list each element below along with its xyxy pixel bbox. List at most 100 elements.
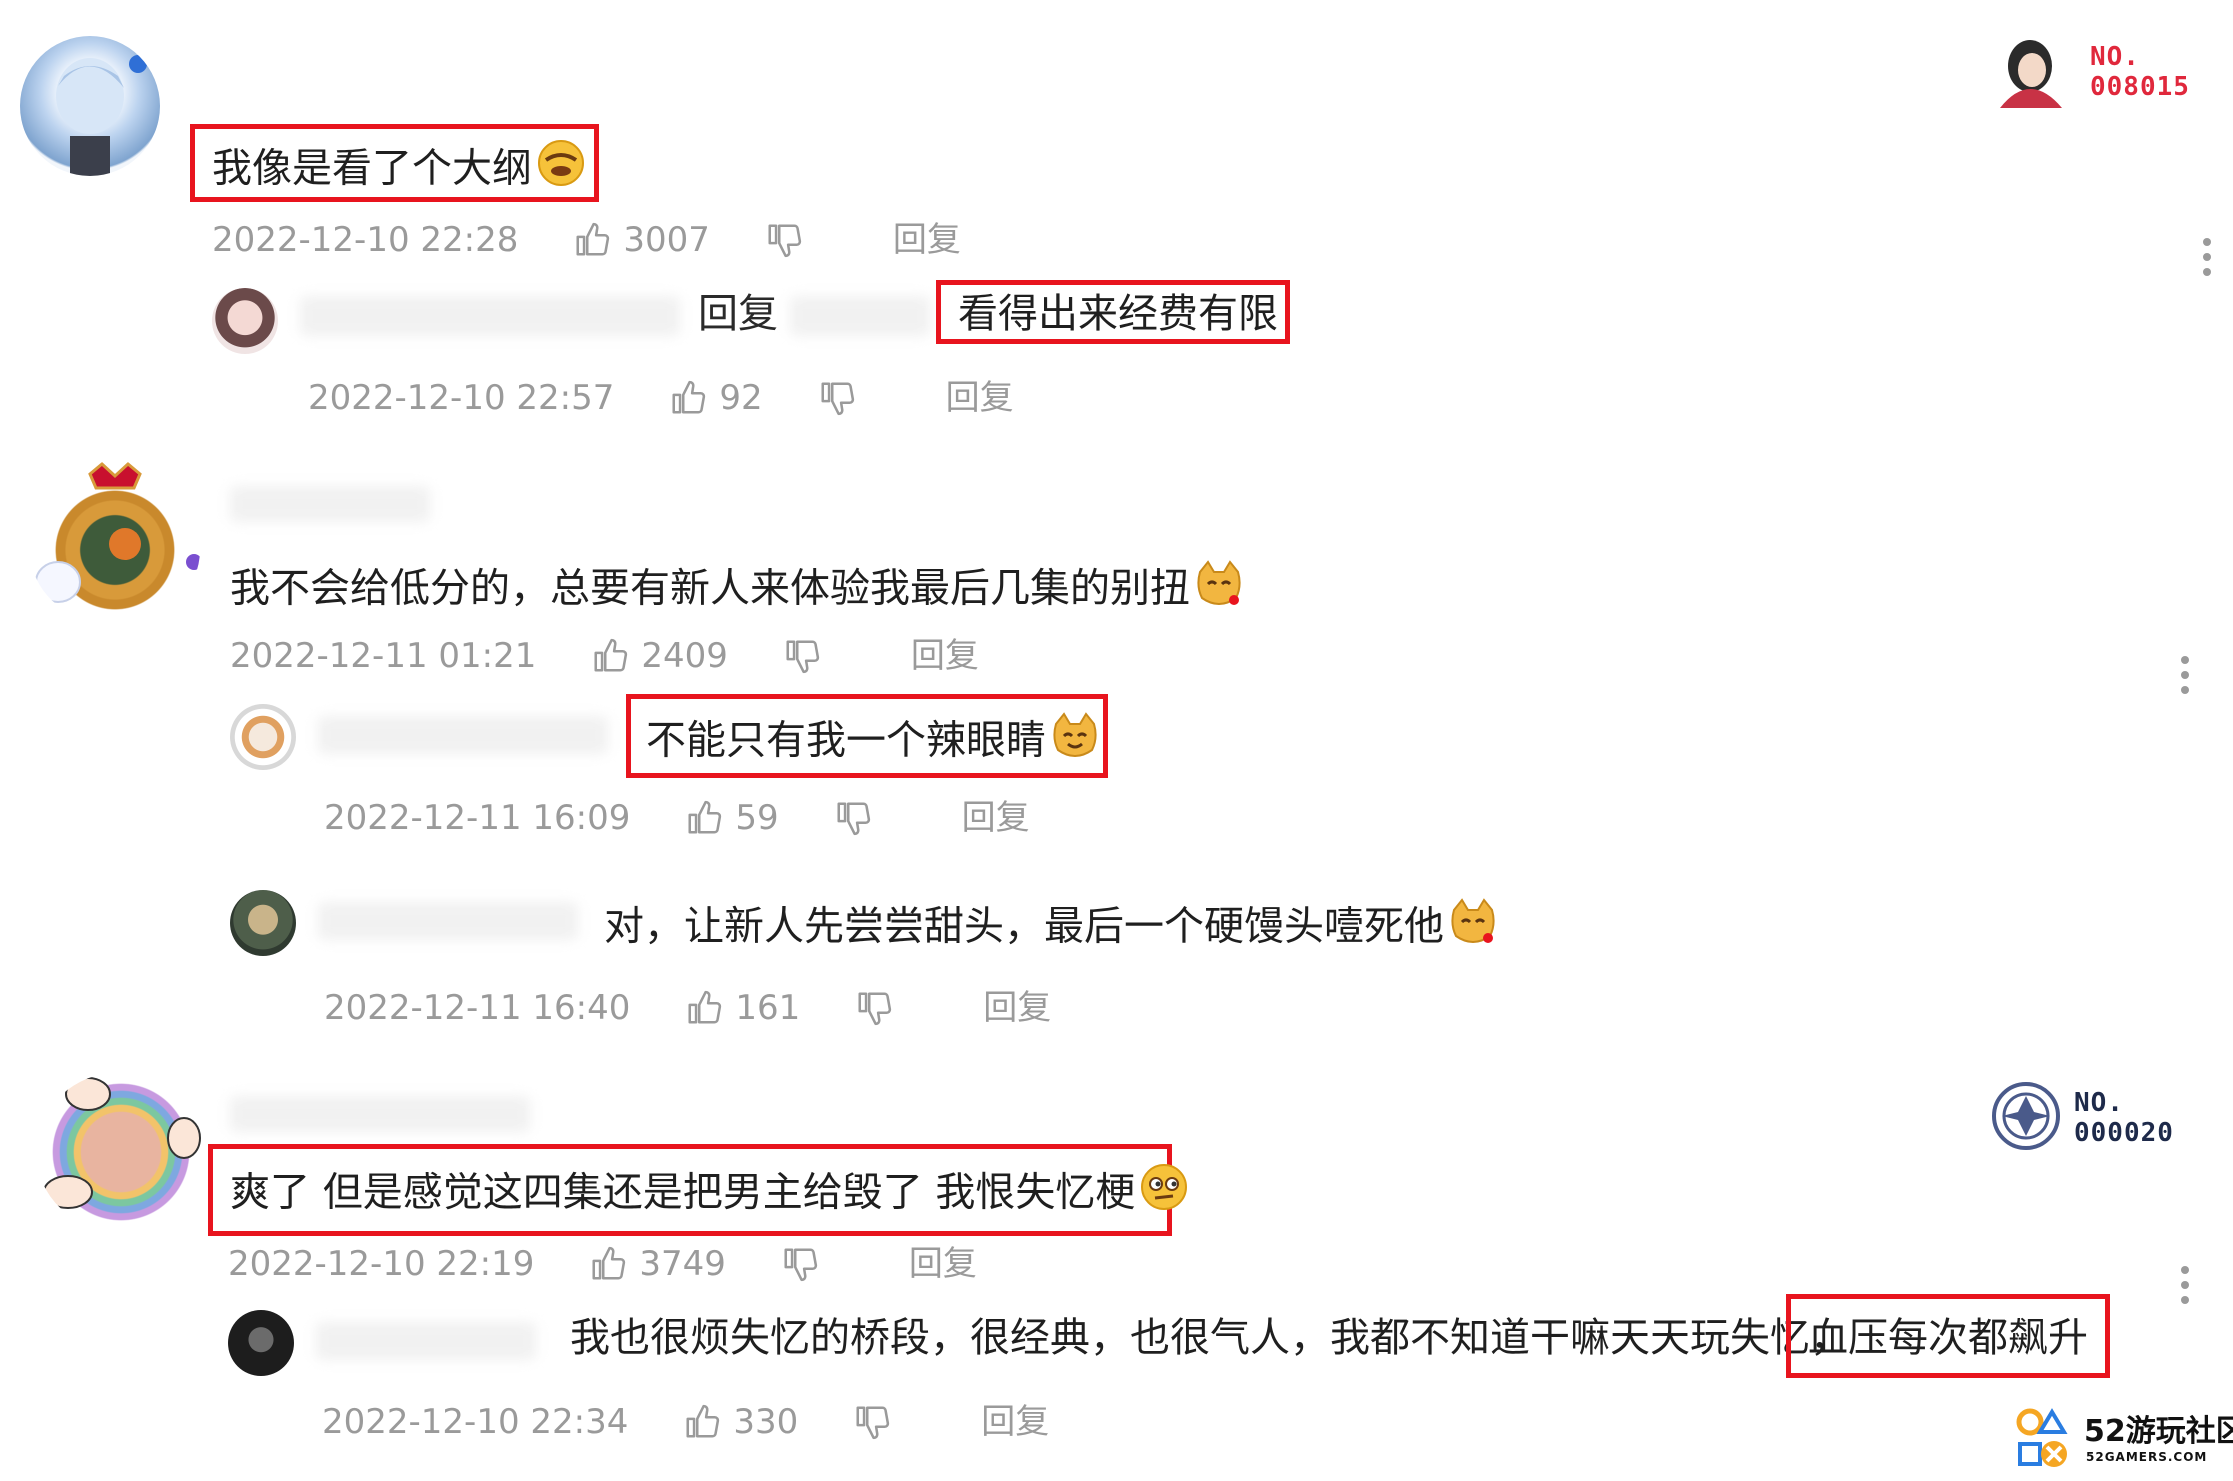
reply-time: 2022-12-10 22:34 [322,1402,629,1442]
avatar[interactable] [20,36,160,176]
thumbs-up-icon [688,990,722,1024]
more-vertical-icon[interactable] [2180,656,2190,701]
fan-badge: NO. 008015 [1990,30,2200,110]
dislike-button[interactable] [853,1403,891,1441]
reply-highlight-text: 看得出来经费有限 [958,291,1278,337]
reply-text: 回复 [698,286,778,342]
reply-button[interactable]: 回复 [981,1400,1049,1444]
like-count: 3749 [639,1244,726,1284]
username-placeholder [790,296,930,336]
dislike-button[interactable] [765,221,803,259]
reply-button[interactable]: 回复 [911,634,979,678]
like-button[interactable]: 59 [685,796,779,840]
comment-time: 2022-12-10 22:28 [212,220,519,260]
thumbs-down-icon [856,1406,890,1440]
fan-badge: NO. 000020 [1990,1078,2200,1158]
thumbs-up-icon [672,380,706,414]
gamepad-buttons-icon [2016,1408,2068,1467]
like-count: 92 [719,378,763,418]
avatar[interactable] [36,1072,206,1232]
fan-badge-icon [1992,1082,2060,1150]
username-placeholder [318,716,608,754]
like-button[interactable]: 330 [683,1400,798,1444]
username-placeholder [318,902,578,940]
like-count: 59 [735,798,779,838]
fan-badge-number: NO. 000020 [2074,1088,2174,1148]
username-placeholder [300,296,680,336]
thumbs-down-icon [821,382,854,416]
dislike-button[interactable] [855,989,893,1027]
avatar[interactable] [30,462,200,622]
reply-meta: 2022-12-10 22:34 330 回复 [322,1400,1049,1444]
sly-emoji-icon [1139,1162,1189,1227]
reply-text: 不能只有我一个辣眼睛 [646,710,1100,775]
reply-text: 我也很烦失忆的桥段，很经典，也很气人，我都不知道干嘛天天玩失忆， [570,1315,1850,1361]
comment-text: 我不会给低分的，总要有新人来体验我最后几集的别扭 [230,558,1244,623]
reply-button[interactable]: 回复 [983,986,1051,1030]
dislike-button[interactable] [834,799,872,837]
reply-meta: 2022-12-11 16:40 161 回复 [324,986,1051,1030]
reply-time: 2022-12-10 22:57 [308,378,615,418]
reply-text-content: 对，让新人先尝尝甜头，最后一个硬馒头噎死他 [604,903,1444,950]
dislike-button[interactable] [783,637,821,675]
dislike-button[interactable] [818,379,856,417]
comment-meta: 2022-12-10 22:28 3007 回复 [212,218,961,262]
like-count: 330 [733,1402,799,1442]
like-button[interactable]: 92 [669,376,763,420]
reply-button[interactable]: 回复 [893,218,961,262]
avatar-image [56,55,147,176]
thumbs-up-icon [688,800,722,834]
more-vertical-icon[interactable] [2180,1266,2190,1311]
reply-time: 2022-12-11 16:09 [324,798,631,838]
like-button[interactable]: 161 [685,986,800,1030]
like-button[interactable]: 3749 [589,1242,726,1286]
more-vertical-icon[interactable] [2202,238,2212,283]
thumbs-down-icon [858,992,892,1026]
like-count: 161 [735,988,801,1028]
reply-avatar[interactable] [230,890,296,956]
reply-meta: 2022-12-10 22:57 92 回复 [308,376,1014,420]
thumbs-down-icon [786,640,820,674]
reply-time: 2022-12-11 16:40 [324,988,631,1028]
reply-button[interactable]: 回复 [946,376,1014,420]
reply-highlight-text: 血压每次都飙升 [1808,1315,2088,1361]
thumbs-down-icon [837,802,870,836]
comment-text-content: 我不会给低分的，总要有新人来体验我最后几集的别扭 [230,565,1190,612]
fan-badge-number: NO. 008015 [2090,42,2190,102]
thumbs-up-icon [576,222,610,256]
reply-text-content: 不能只有我一个辣眼睛 [646,717,1046,764]
thumbs-down-icon [784,1248,818,1282]
reply-avatar[interactable] [230,704,296,770]
reply-button[interactable]: 回复 [909,1242,977,1286]
watermark-subtitle: 52GAMERS.COM [2086,1450,2208,1464]
like-button[interactable]: 2409 [591,634,728,678]
reply-meta: 2022-12-11 16:09 59 回复 [324,796,1030,840]
username-placeholder [316,1322,536,1360]
reply-text: 对，让新人先尝尝甜头，最后一个硬馒头噎死他 [604,896,1498,961]
username-placeholder [230,486,430,522]
comment-time: 2022-12-11 01:21 [230,636,537,676]
comment-text: 我像是看了个大纲 [212,138,586,203]
comment-text-content: 爽了 但是感觉这四集还是把男主给毁了 我恨失忆梗 [230,1169,1136,1216]
reply-avatar[interactable] [228,1310,294,1376]
thumbs-up-icon [594,638,628,672]
comment-text: 爽了 但是感觉这四集还是把男主给毁了 我恨失忆梗 [230,1162,1189,1227]
comment-meta: 2022-12-10 22:19 3749 回复 [228,1242,977,1286]
like-count: 3007 [623,220,710,260]
thumbs-up-icon [686,1404,720,1438]
watermark-logo: 52游玩社区 52GAMERS.COM [2010,1404,2233,1478]
dislike-button[interactable] [781,1245,819,1283]
comment-time: 2022-12-10 22:19 [228,1244,535,1284]
avatar-frame-image [35,462,200,603]
avatar-cats-image [43,1077,201,1209]
like-count: 2409 [641,636,728,676]
reply-button[interactable]: 回复 [962,796,1030,840]
cat-emoji-icon [1448,896,1498,961]
reply-prefix: 回复 [698,291,778,337]
comment-text-content: 我像是看了个大纲 [212,145,532,192]
reply-avatar[interactable] [212,288,278,354]
like-button[interactable]: 3007 [573,218,710,262]
thumbs-down-icon [768,224,802,258]
thumbs-up-icon [592,1246,626,1280]
watermark-title: 52游玩社区 [2084,1414,2233,1449]
